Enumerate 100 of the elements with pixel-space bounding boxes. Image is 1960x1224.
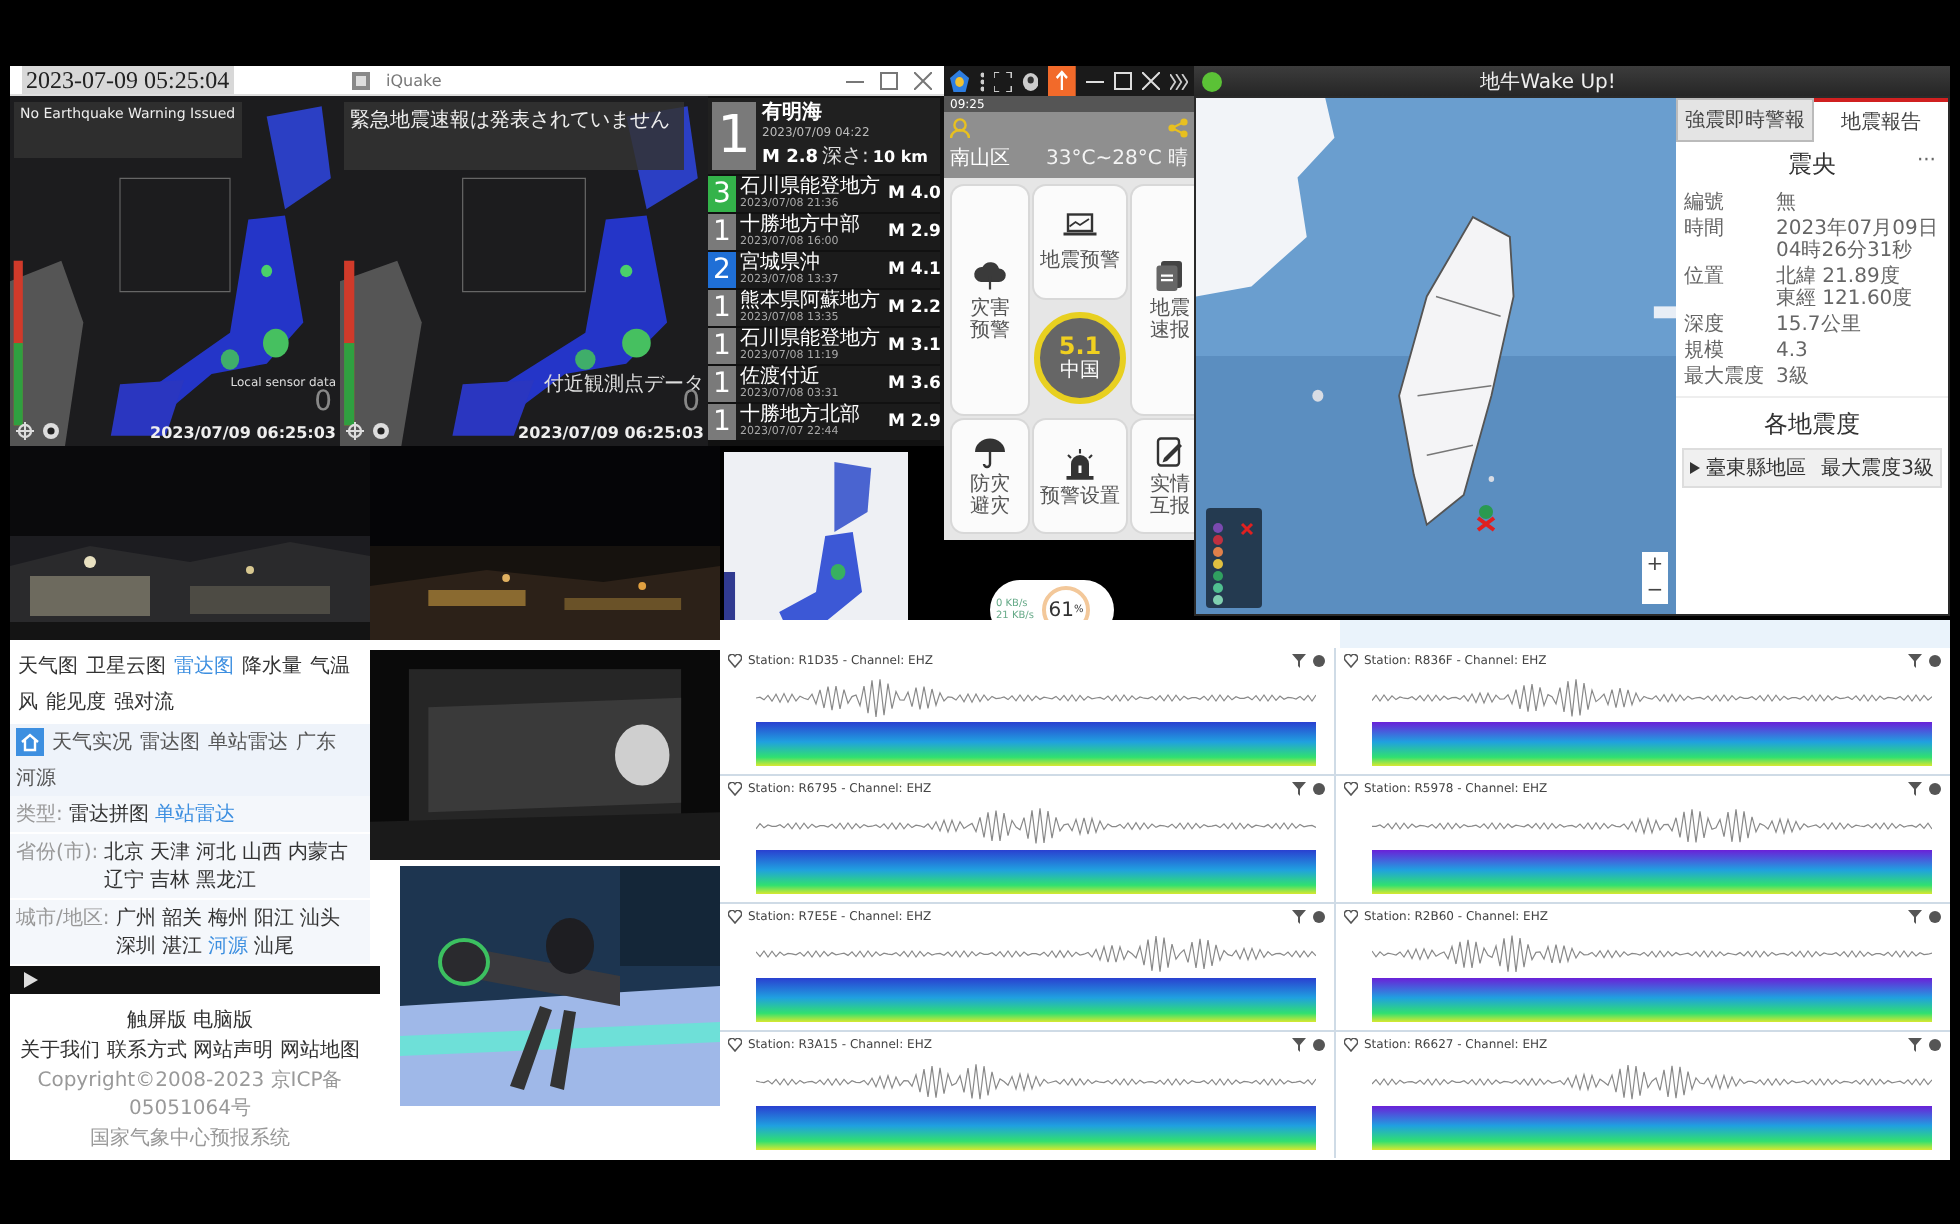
footer-text: Copyright©2008-2023 京ICP备05051064号 [35,1067,345,1122]
feature-tile[interactable]: 预警设置 [1034,420,1126,532]
quake-magnitude: M 3.6 [888,374,940,394]
quake-depth: 10 km [872,148,928,166]
filter-label: 城市/地区: [16,905,110,934]
quake-magnitude: M 2.8 [762,148,819,168]
heart-icon[interactable] [1344,781,1358,795]
heart-icon[interactable] [1344,1037,1358,1051]
filter-option[interactable]: 深圳 [115,932,156,960]
nav-tab[interactable]: 强对流 [114,688,174,716]
legend-drawing [1206,508,1262,608]
cloud-icon [972,258,1008,295]
filter-option[interactable]: 河北 [196,838,237,866]
field-label: 時間 [1684,218,1726,244]
heart-icon[interactable] [728,909,742,923]
filter-label: 类型: [16,801,63,828]
feature-tile[interactable]: 防灾避灾 [952,420,1028,532]
breadcrumb-link[interactable]: 河源 [16,764,56,792]
filter-option[interactable]: 梅州 [207,904,248,932]
nav-tab[interactable]: 气温 [310,652,350,680]
more-button[interactable]: ··· [1916,150,1936,172]
filter-icon[interactable] [1292,1037,1306,1051]
breadcrumb-link[interactable]: 天气实况 [52,728,132,756]
filter-option[interactable]: 汕头 [299,904,340,932]
quake-magnitude: M 2.2 [888,298,940,318]
intensity-badge: 1 [708,404,736,440]
app-logo-icon [950,70,970,92]
epicenter-icon [1476,504,1496,532]
feature-tile[interactable]: 实情互报 [1132,420,1194,532]
weather-summary: 33°C~28°C 晴 [1046,145,1188,172]
filter-option[interactable]: 山西 [242,838,283,866]
breadcrumb-link[interactable]: 单站雷达 [208,728,288,756]
field-label: 規模 [1684,340,1726,362]
feature-tile[interactable]: 地震预警 [1034,186,1126,298]
more-icon[interactable] [979,71,985,91]
breadcrumb-link[interactable]: 广东 [296,728,336,756]
filter-icon[interactable] [1292,909,1306,923]
quake-place: 熊本県阿蘇地方 [740,290,882,312]
play-icon[interactable] [22,972,38,988]
filter-icon[interactable] [1292,653,1306,667]
section-title: 各地震度 [1762,408,1862,442]
filter-icon[interactable] [1908,1037,1922,1051]
filter-option[interactable]: 黑龙江 [196,866,257,894]
nav-tab[interactable]: 能见度 [46,688,106,716]
quake-place: 石川県能登地方 [740,176,882,198]
quake-place: 宮城県沖 [740,252,820,274]
feature-tile[interactable]: 地震速报 [1132,186,1194,415]
footer-text[interactable]: 触屏版 电脑版 [126,1006,254,1034]
app-icon [352,71,370,89]
filter-option[interactable]: 阳江 [253,904,294,932]
user-icon[interactable] [1021,71,1039,91]
expand-icon[interactable] [1170,73,1188,89]
filter-option[interactable]: 雷达拼图 [68,800,149,828]
status-dot-icon [1202,71,1222,91]
heart-icon[interactable] [1344,653,1358,667]
filter-option[interactable]: 北京 [104,838,145,866]
heart-icon[interactable] [728,1037,742,1051]
quake-place: 十勝地方中部 [740,214,862,236]
filter-option[interactable]: 内蒙古 [288,838,349,866]
field-value: 4.3 [1776,340,1810,362]
tab[interactable]: 強震即時警報 [1676,98,1814,142]
heart-icon[interactable] [728,653,742,667]
region-row[interactable]: 臺東縣地區 最大震度3級 [1682,448,1942,488]
filter-option[interactable]: 韶关 [161,904,202,932]
filter-option[interactable]: 吉林 [150,866,191,894]
field-label: 深度 [1684,314,1726,336]
nav-tab[interactable]: 风 [18,688,38,716]
filter-option[interactable]: 辽宁 [104,866,145,894]
feature-tile[interactable]: 灾害预警 [952,186,1028,415]
filter-icon[interactable] [1908,653,1922,667]
nav-tab[interactable]: 降水量 [242,652,302,680]
filter-option[interactable]: 天津 [150,838,191,866]
usage-value: 61 [1048,599,1074,621]
intensity-badge: 1 [708,366,736,402]
intensity-badge: 1 [708,214,736,250]
heart-icon[interactable] [728,781,742,795]
intensity-badge: 1 [708,328,736,364]
quake-magnitude: M 4.1 [888,260,940,280]
siren-icon [1062,445,1098,482]
upload-icon[interactable] [1048,66,1077,96]
filter-icon[interactable] [1908,909,1922,923]
breadcrumb-link[interactable]: 雷达图 [140,728,200,756]
heart-icon[interactable] [1344,909,1358,923]
section-title: 震央 [1788,148,1836,182]
filter-option[interactable]: 汕尾 [253,932,294,960]
filter-icon[interactable] [1292,781,1306,795]
intensity-badge: 2 [708,252,736,288]
fullscreen-icon[interactable] [994,71,1012,91]
field-value: 04時26分31秒 [1776,240,1915,262]
window-title: 地牛Wake Up! [1478,69,1618,95]
filter-icon[interactable] [1908,781,1922,795]
field-label: 位置 [1684,266,1726,292]
quake-place: 十勝地方北部 [740,404,862,426]
filter-option[interactable]: 广州 [115,904,156,932]
home-icon[interactable] [16,728,44,756]
nav-tab[interactable]: 卫星云图 [86,652,166,680]
footer-text[interactable]: 关于我们 联系方式 网站声明 网站地图 [20,1036,360,1064]
nav-tab[interactable]: 天气图 [18,652,78,680]
filter-option[interactable]: 湛江 [161,932,202,960]
quake-magnitude: M 3.1 [888,336,940,356]
